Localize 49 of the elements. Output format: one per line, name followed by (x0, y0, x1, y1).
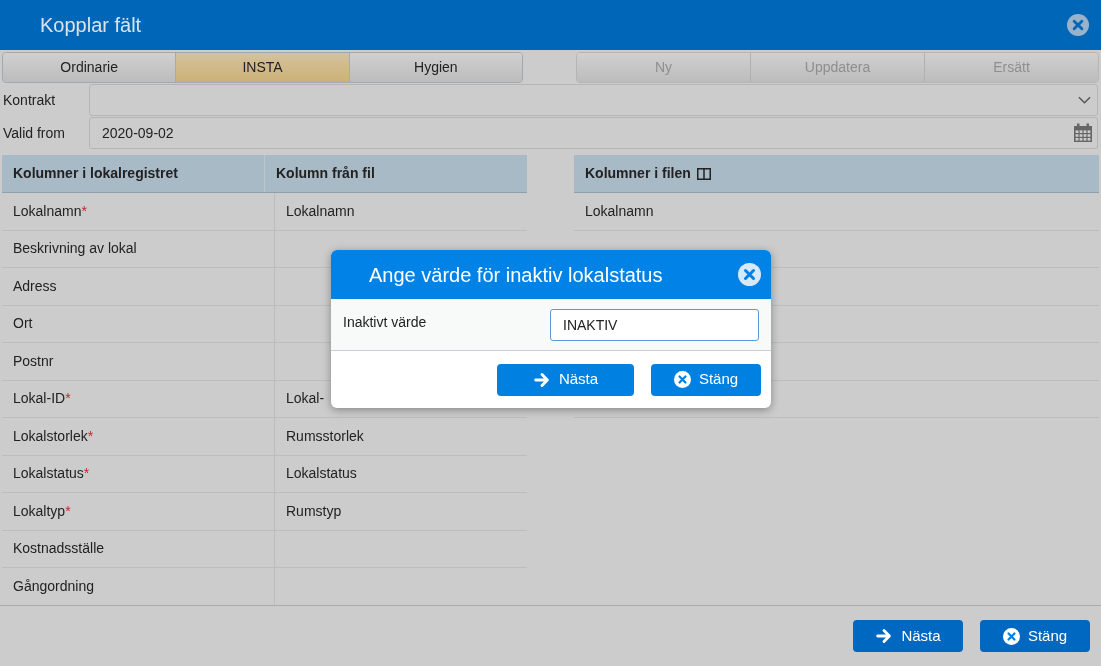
column-header: Kolumner i filen (585, 164, 691, 183)
close-icon (738, 263, 761, 286)
table-cell-text: Rumsstorlek (286, 426, 364, 446)
field-label: Kontrakt (3, 90, 57, 110)
table-cell-text: Lokal- (286, 389, 325, 409)
field-value: 2020-09-02 (102, 123, 174, 143)
arrow-right-icon (875, 627, 894, 645)
table-cell-text: Lokalnamn (585, 201, 654, 221)
table-cell-text: Lokalstatus (286, 464, 357, 484)
next-button[interactable]: Nästa (853, 620, 963, 652)
arrow-right-icon (532, 370, 551, 389)
window-title: Kopplar fält (40, 13, 142, 38)
table-cell-text: Lokalstatus* (13, 464, 90, 484)
button-label: Stäng (1027, 625, 1068, 646)
column-header: Kolumner i lokalregistret (2, 155, 265, 192)
tab[interactable]: INSTA (176, 53, 350, 82)
button-label: Nästa (558, 369, 599, 390)
close-button[interactable]: Stäng (980, 620, 1090, 652)
field-label: Valid from (3, 123, 66, 143)
dialog-title: Ange värde för inaktiv lokalstatus (369, 262, 663, 288)
table-cell-text: Lokalnamn (286, 201, 355, 221)
table-cell-text: Lokal-ID* (13, 389, 71, 409)
table-cell-text: Postnr (13, 351, 54, 371)
field-label: Inaktivt värde (343, 313, 427, 332)
select-field[interactable] (89, 84, 1098, 116)
table-cell-text: Lokaltyp* (13, 501, 71, 521)
columns-icon (696, 167, 711, 180)
calendar-icon (1073, 123, 1093, 143)
table-cell-text: Beskrivning av lokal (13, 239, 137, 259)
close-circle-icon (1002, 627, 1020, 645)
table-cell-text: Ort (13, 314, 33, 334)
date-field[interactable]: 2020-09-02 (89, 117, 1098, 149)
table-cell-text: Adress (13, 276, 57, 296)
close-circle-icon (673, 371, 691, 388)
tab[interactable]: Hygien (349, 53, 522, 82)
table-cell-text: Lokalstorlek* (13, 426, 94, 446)
close-button[interactable]: Stäng (651, 363, 761, 396)
table-cell-text: Rumstyp (286, 501, 342, 521)
next-button[interactable]: Nästa (497, 363, 634, 396)
table-cell-text: Kostnadsställe (13, 539, 105, 559)
value-field[interactable]: INAKTIV (550, 308, 759, 341)
table-cell-text: Lokalnamn* (13, 201, 87, 221)
tab[interactable]: Ordinarie (3, 53, 177, 82)
close-icon (1067, 14, 1089, 36)
chevron-down-icon (1078, 96, 1091, 104)
column-header: Kolumn från fil (275, 164, 376, 183)
table-cell-text: Gångordning (13, 576, 94, 596)
button-label: Stäng (698, 369, 739, 390)
button-label: Nästa (901, 625, 941, 646)
